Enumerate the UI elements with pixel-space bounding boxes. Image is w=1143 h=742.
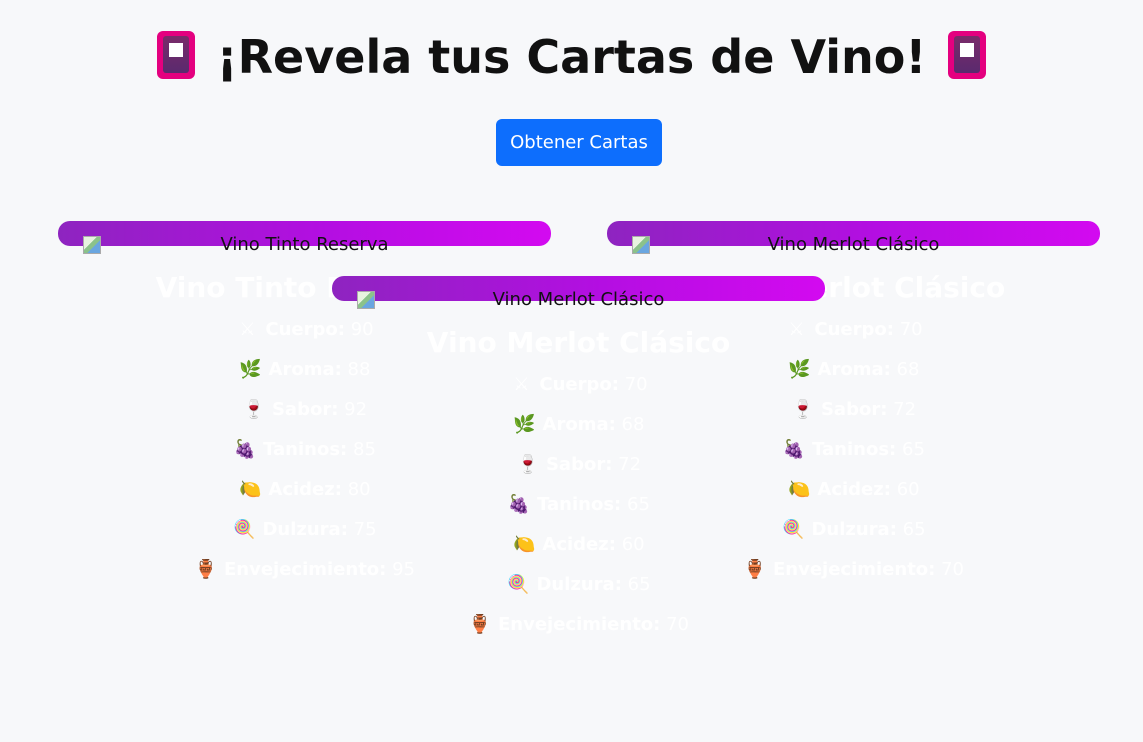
crossed-swords-icon: ⚔ bbox=[513, 374, 530, 395]
stat-cuerpo: ⚔ Cuerpo: 70 bbox=[332, 365, 825, 405]
wine-image-alt-text: Vino Merlot Clásico bbox=[767, 234, 940, 255]
wine-name: Vino Merlot Clásico bbox=[426, 326, 731, 359]
flower-playing-card-icon bbox=[948, 31, 987, 79]
flower-playing-card-icon bbox=[156, 31, 195, 79]
page-title-text: ¡Revela tus Cartas de Vino! bbox=[216, 30, 927, 84]
stat-dulzura: 🍭 Dulzura: 65 bbox=[332, 565, 825, 605]
lemon-icon: 🍋 bbox=[513, 534, 536, 555]
amphora-icon: 🏺 bbox=[468, 614, 492, 635]
stat-aroma: 🌿 Aroma: 68 bbox=[332, 405, 825, 445]
page: ¡Revela tus Cartas de Vino! Obtener Cart… bbox=[0, 0, 1143, 742]
wine-image-alt-text: Vino Merlot Clásico bbox=[492, 289, 665, 310]
page-title: ¡Revela tus Cartas de Vino! bbox=[0, 30, 1143, 84]
wine-glass-icon: 🍷 bbox=[242, 399, 266, 420]
lollipop-icon: 🍭 bbox=[233, 519, 256, 540]
lemon-icon: 🍋 bbox=[239, 479, 262, 500]
herb-icon: 🌿 bbox=[513, 414, 536, 435]
wine-image: Vino Merlot Clásico bbox=[607, 234, 1100, 258]
wine-card[interactable]: Vino Merlot Clásico Vino Merlot Clásico … bbox=[332, 276, 825, 645]
wine-image: Vino Tinto Reserva bbox=[58, 234, 551, 258]
grapes-icon: 🍇 bbox=[233, 439, 257, 460]
amphora-icon: 🏺 bbox=[194, 559, 218, 580]
wine-image-alt-text: Vino Tinto Reserva bbox=[220, 234, 389, 255]
lollipop-icon: 🍭 bbox=[507, 574, 530, 595]
wine-glass-icon: 🍷 bbox=[516, 454, 540, 475]
crossed-swords-icon: ⚔ bbox=[239, 319, 256, 340]
herb-icon: 🌿 bbox=[239, 359, 262, 380]
broken-image-icon bbox=[83, 236, 101, 254]
broken-image-icon bbox=[632, 236, 650, 254]
get-cards-button[interactable]: Obtener Cartas bbox=[496, 119, 662, 166]
stat-sabor: 🍷 Sabor: 72 bbox=[332, 445, 825, 485]
grapes-icon: 🍇 bbox=[507, 494, 531, 515]
wine-image: Vino Merlot Clásico bbox=[332, 289, 825, 313]
stat-envejecimiento: 🏺 Envejecimiento: 70 bbox=[332, 605, 825, 645]
stat-taninos: 🍇 Taninos: 65 bbox=[332, 485, 825, 525]
broken-image-icon bbox=[357, 291, 375, 309]
stat-acidez: 🍋 Acidez: 60 bbox=[332, 525, 825, 565]
